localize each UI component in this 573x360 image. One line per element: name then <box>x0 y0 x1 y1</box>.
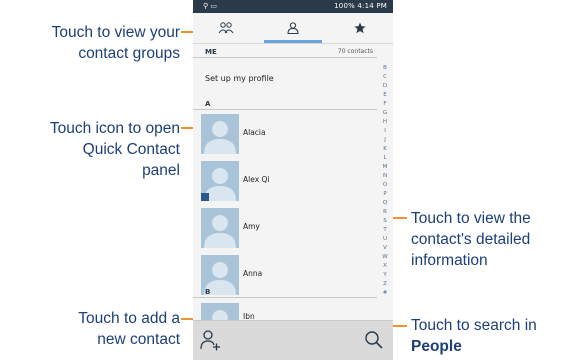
alpha-index-letter[interactable]: N <box>379 172 391 181</box>
bottom-action-bar <box>193 320 393 360</box>
callout-details-line2: contact's detailed <box>411 231 531 248</box>
callout-details-line3: information <box>411 252 488 269</box>
contact-name: Amy <box>243 222 260 231</box>
callout-details: Touch to view the contact's detailed inf… <box>411 208 531 271</box>
setup-profile-row[interactable]: Set up my profile <box>205 74 274 83</box>
alpha-index-letter[interactable]: R <box>379 208 391 217</box>
alpha-index-letter[interactable]: H <box>379 118 391 127</box>
search-icon <box>365 331 383 349</box>
tab-bar <box>193 13 393 44</box>
callout-quick-contact-line1: Touch icon to open <box>49 120 180 137</box>
alpha-index-letter[interactable]: J <box>379 136 391 145</box>
add-contact-icon <box>200 330 220 351</box>
callout-search: Touch to search in People <box>411 315 537 357</box>
status-icons-left: ⚲ ▭ <box>203 2 217 10</box>
tab-favorites[interactable] <box>327 13 393 43</box>
alpha-index-letter[interactable]: W <box>379 253 391 262</box>
me-header-label: ME <box>205 48 217 56</box>
alpha-index-letter[interactable]: P <box>379 190 391 199</box>
alpha-index-letter[interactable]: Y <box>379 271 391 280</box>
avatar-silhouette-icon <box>201 168 236 201</box>
alpha-index-letter[interactable]: D <box>379 82 391 91</box>
avatar-silhouette-icon <box>204 215 236 248</box>
avatar[interactable] <box>201 114 239 154</box>
callout-groups-line2: contact groups <box>78 45 180 62</box>
section-header-a: A <box>193 98 377 110</box>
alpha-index-letter[interactable]: V <box>379 244 391 253</box>
alpha-index-letter[interactable]: S <box>379 217 391 226</box>
alphabet-index[interactable]: B C D E F G H I J K L M N O P Q R S T U V W X Y Z # <box>379 64 391 298</box>
alpha-index-letter[interactable]: X <box>379 262 391 271</box>
callout-search-line1: Touch to search in <box>411 317 537 334</box>
contact-row[interactable]: Alex Qi <box>193 158 377 206</box>
callout-quick-contact: Touch icon to open Quick Contact panel <box>50 118 180 181</box>
status-bar: ⚲ ▭ 100% 4:14 PM <box>193 0 393 13</box>
alpha-index-letter[interactable]: B <box>379 64 391 73</box>
contact-name: Alacia <box>243 128 266 137</box>
callout-add-contact: Touch to add a new contact <box>78 308 180 350</box>
contact-row[interactable]: Amy <box>193 205 377 253</box>
callout-details-line1: Touch to view the <box>411 210 531 227</box>
star-icon <box>354 22 366 34</box>
contact-list[interactable]: ME 70 contacts Set up my profile A Alaci… <box>193 44 393 343</box>
group-icon <box>218 22 234 34</box>
alpha-index-letter[interactable]: O <box>379 181 391 190</box>
phone-screen: ⚲ ▭ 100% 4:14 PM ME 70 contacts Set up m… <box>193 0 393 360</box>
avatar-silhouette-icon <box>204 121 236 154</box>
contact-row[interactable]: Alacia <box>193 111 377 159</box>
status-right: 100% 4:14 PM <box>334 2 387 10</box>
section-b-label: B <box>205 288 211 296</box>
tab-contacts[interactable] <box>260 13 326 43</box>
callout-groups-line1: Touch to view your <box>51 24 180 41</box>
alpha-index-letter[interactable]: I <box>379 127 391 136</box>
alpha-index-letter[interactable]: Q <box>379 199 391 208</box>
callout-add-contact-line1: Touch to add a <box>78 310 180 327</box>
alpha-index-letter[interactable]: C <box>379 73 391 82</box>
alpha-index-letter[interactable]: M <box>379 163 391 172</box>
section-a-label: A <box>205 100 211 108</box>
alpha-index-letter[interactable]: L <box>379 154 391 163</box>
alpha-index-letter[interactable]: # <box>379 289 391 298</box>
alpha-index-letter[interactable]: T <box>379 226 391 235</box>
alpha-index-letter[interactable]: Z <box>379 280 391 289</box>
tab-groups[interactable] <box>193 13 259 43</box>
alpha-index-letter[interactable]: K <box>379 145 391 154</box>
contact-name: Alex Qi <box>243 175 270 184</box>
person-icon <box>287 22 299 34</box>
section-header-me: ME 70 contacts <box>193 46 377 58</box>
avatar[interactable] <box>201 161 239 201</box>
contact-count: 70 contacts <box>337 48 373 55</box>
alpha-index-letter[interactable]: F <box>379 100 391 109</box>
alpha-index-letter[interactable]: E <box>379 91 391 100</box>
callout-search-bold: People <box>411 338 462 355</box>
contact-name: Anna <box>243 269 263 278</box>
alpha-index-letter[interactable]: U <box>379 235 391 244</box>
add-contact-button[interactable] <box>199 329 221 351</box>
section-header-b: B <box>193 286 377 298</box>
callout-quick-contact-line3: panel <box>142 162 180 179</box>
search-button[interactable] <box>363 329 385 351</box>
avatar[interactable] <box>201 208 239 248</box>
callout-groups: Touch to view your contact groups <box>52 22 180 64</box>
callout-add-contact-line2: new contact <box>97 331 180 348</box>
alpha-index-letter[interactable]: G <box>379 109 391 118</box>
callout-quick-contact-line2: Quick Contact <box>82 141 180 158</box>
